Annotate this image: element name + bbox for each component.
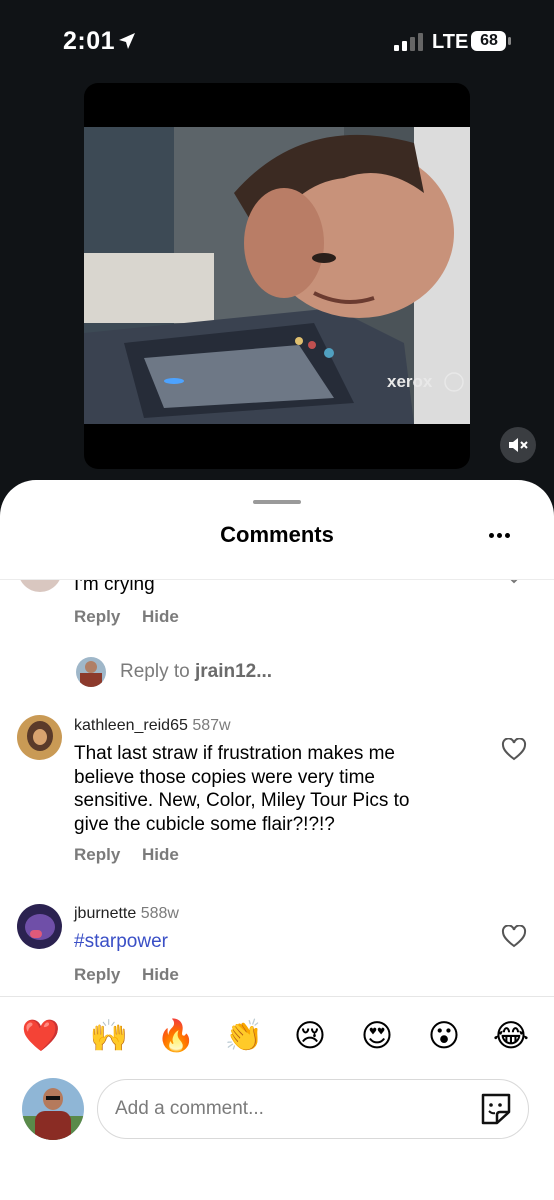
comment-line: believe those copies were very time <box>74 766 375 788</box>
avatar[interactable] <box>17 904 62 949</box>
location-arrow-icon <box>119 33 135 49</box>
video-frame: xerox <box>84 127 470 424</box>
hide-button[interactable]: Hide <box>142 845 179 865</box>
reply-button[interactable]: Reply <box>74 965 120 985</box>
comment-text: I'm crying <box>74 580 155 595</box>
emoji-heart-eyes[interactable]: 😍 <box>357 1016 397 1056</box>
cellular-signal-icon <box>394 33 423 51</box>
emoji-laughing[interactable]: 😂 <box>491 1016 531 1056</box>
network-type: LTE <box>432 31 469 53</box>
emoji-surprised[interactable]: 😮 <box>424 1016 464 1056</box>
comment-meta: jburnette 588w <box>74 905 179 923</box>
avatar <box>22 1078 84 1140</box>
heart-outline-icon[interactable] <box>501 580 527 592</box>
emoji-quick-bar: ❤️ 🙌 🔥 👏 😢 😍 😮 😂 <box>0 1016 554 1056</box>
sheet-title: Comments <box>220 522 334 547</box>
comment-input[interactable] <box>97 1079 529 1139</box>
reply-to-prefix: Reply to <box>120 661 195 682</box>
heart-outline-icon[interactable] <box>501 925 527 949</box>
comment-time: 588w <box>140 905 179 922</box>
heart-outline-icon[interactable] <box>501 738 527 762</box>
avatar[interactable] <box>17 715 62 760</box>
hide-button[interactable]: Hide <box>142 965 179 985</box>
composer-divider <box>0 996 554 997</box>
battery-level: 68 <box>480 32 498 49</box>
comment-meta: kathleen_reid65 587w <box>74 717 231 735</box>
avatar[interactable] <box>18 580 62 592</box>
comment-hashtag[interactable]: #starpower <box>74 930 168 954</box>
sheet-grabber[interactable] <box>253 500 301 504</box>
video-watermark: xerox <box>387 372 433 391</box>
comment-text: That last straw if frustration makes me … <box>74 742 409 836</box>
reply-button[interactable]: Reply <box>74 845 120 865</box>
comment-time: 587w <box>192 717 231 734</box>
reply-to-user: jrain12... <box>194 661 273 682</box>
comment-line: sensitive. New, Color, Miley Tour Pics t… <box>74 790 410 811</box>
avatar <box>76 657 106 687</box>
emoji-heart[interactable]: ❤️ <box>21 1016 61 1056</box>
more-options-button[interactable] <box>484 522 520 548</box>
hide-button[interactable]: Hide <box>142 607 179 627</box>
emoji-fire[interactable]: 🔥 <box>156 1016 196 1056</box>
emoji-raised-hands[interactable]: 🙌 <box>89 1016 129 1056</box>
reply-to-link[interactable]: Reply to jrain12... <box>120 661 272 683</box>
video-player[interactable]: xerox <box>84 83 470 469</box>
sticker-icon[interactable] <box>478 1092 514 1126</box>
status-bar: 2:01 LTE 68 <box>0 0 554 84</box>
comment-username[interactable]: kathleen_reid65 <box>74 717 188 734</box>
reply-button[interactable]: Reply <box>74 607 120 627</box>
comment-line: That last straw if frustration makes me <box>74 743 395 764</box>
comments-list[interactable]: I'm crying Reply Hide Reply to jrain12..… <box>0 580 554 996</box>
comments-sheet: Comments I'm crying Reply Hide Reply to … <box>0 480 554 1200</box>
comment-line: give the cubicle some flair?!?!? <box>74 813 335 835</box>
speaker-muted-icon <box>509 438 528 452</box>
mute-button[interactable] <box>500 427 536 463</box>
emoji-clapping[interactable]: 👏 <box>224 1016 264 1056</box>
comment-username[interactable]: jburnette <box>74 905 136 922</box>
status-time: 2:01 <box>63 27 116 55</box>
emoji-crying[interactable]: 😢 <box>290 1016 330 1056</box>
